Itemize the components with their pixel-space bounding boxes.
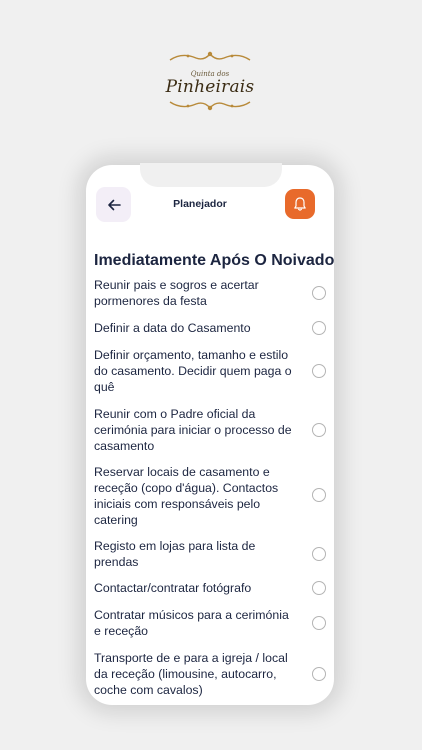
logo-ornament-bottom — [169, 101, 251, 111]
task-item[interactable]: Definir a data do Casamento — [94, 320, 330, 336]
back-button[interactable] — [96, 187, 131, 222]
task-item[interactable]: Transporte de e para a igreja / local da… — [94, 650, 330, 698]
task-item[interactable]: Definir orçamento, tamanho e estilo do c… — [94, 347, 330, 395]
task-label: Reunir pais e sogros e acertar pormenore… — [94, 278, 259, 308]
task-item[interactable]: Contactar/contratar fotógrafo — [94, 580, 330, 596]
phone-notch — [140, 163, 282, 187]
section-heading: Imediatamente Após O Noivado — [94, 252, 335, 269]
logo-title: Pinheirais — [165, 77, 255, 97]
task-label: Reservar locais de casamento e receção (… — [94, 465, 279, 527]
notifications-button[interactable] — [285, 189, 315, 219]
task-checkbox[interactable] — [312, 488, 326, 502]
task-label: Definir orçamento, tamanho e estilo do c… — [94, 348, 292, 394]
task-item[interactable]: Registo em lojas para lista de prendas — [94, 538, 330, 570]
task-checkbox[interactable] — [312, 321, 326, 335]
arrow-left-icon — [107, 199, 121, 210]
task-label: Reunir com o Padre oficial da cerimónia … — [94, 407, 292, 453]
task-label: Transporte de e para a igreja / local da… — [94, 651, 288, 697]
task-label: Registo em lojas para lista de prendas — [94, 539, 256, 569]
logo-ornament-top — [169, 51, 251, 61]
task-item[interactable]: Reunir pais e sogros e acertar pormenore… — [94, 277, 330, 309]
task-checkbox[interactable] — [312, 667, 326, 681]
page-title: Planejador — [173, 198, 227, 210]
task-label: Contratar músicos para a cerimónia e rec… — [94, 608, 289, 638]
task-item[interactable]: Reservar locais de casamento e receção (… — [94, 464, 330, 528]
task-checkbox[interactable] — [312, 364, 326, 378]
task-label: Contactar/contratar fotógrafo — [94, 581, 252, 595]
task-checkbox[interactable] — [312, 423, 326, 437]
brand-logo: Quinta dos Pinheirais — [160, 50, 260, 114]
task-item[interactable]: Reunir com o Padre oficial da cerimónia … — [94, 406, 330, 454]
task-checkbox[interactable] — [312, 581, 326, 595]
task-label: Definir a data do Casamento — [94, 321, 251, 335]
task-checkbox[interactable] — [312, 286, 326, 300]
bell-icon — [294, 197, 306, 211]
task-checkbox[interactable] — [312, 616, 326, 630]
task-item[interactable]: Contratar músicos para a cerimónia e rec… — [94, 607, 330, 639]
task-checkbox[interactable] — [312, 547, 326, 561]
